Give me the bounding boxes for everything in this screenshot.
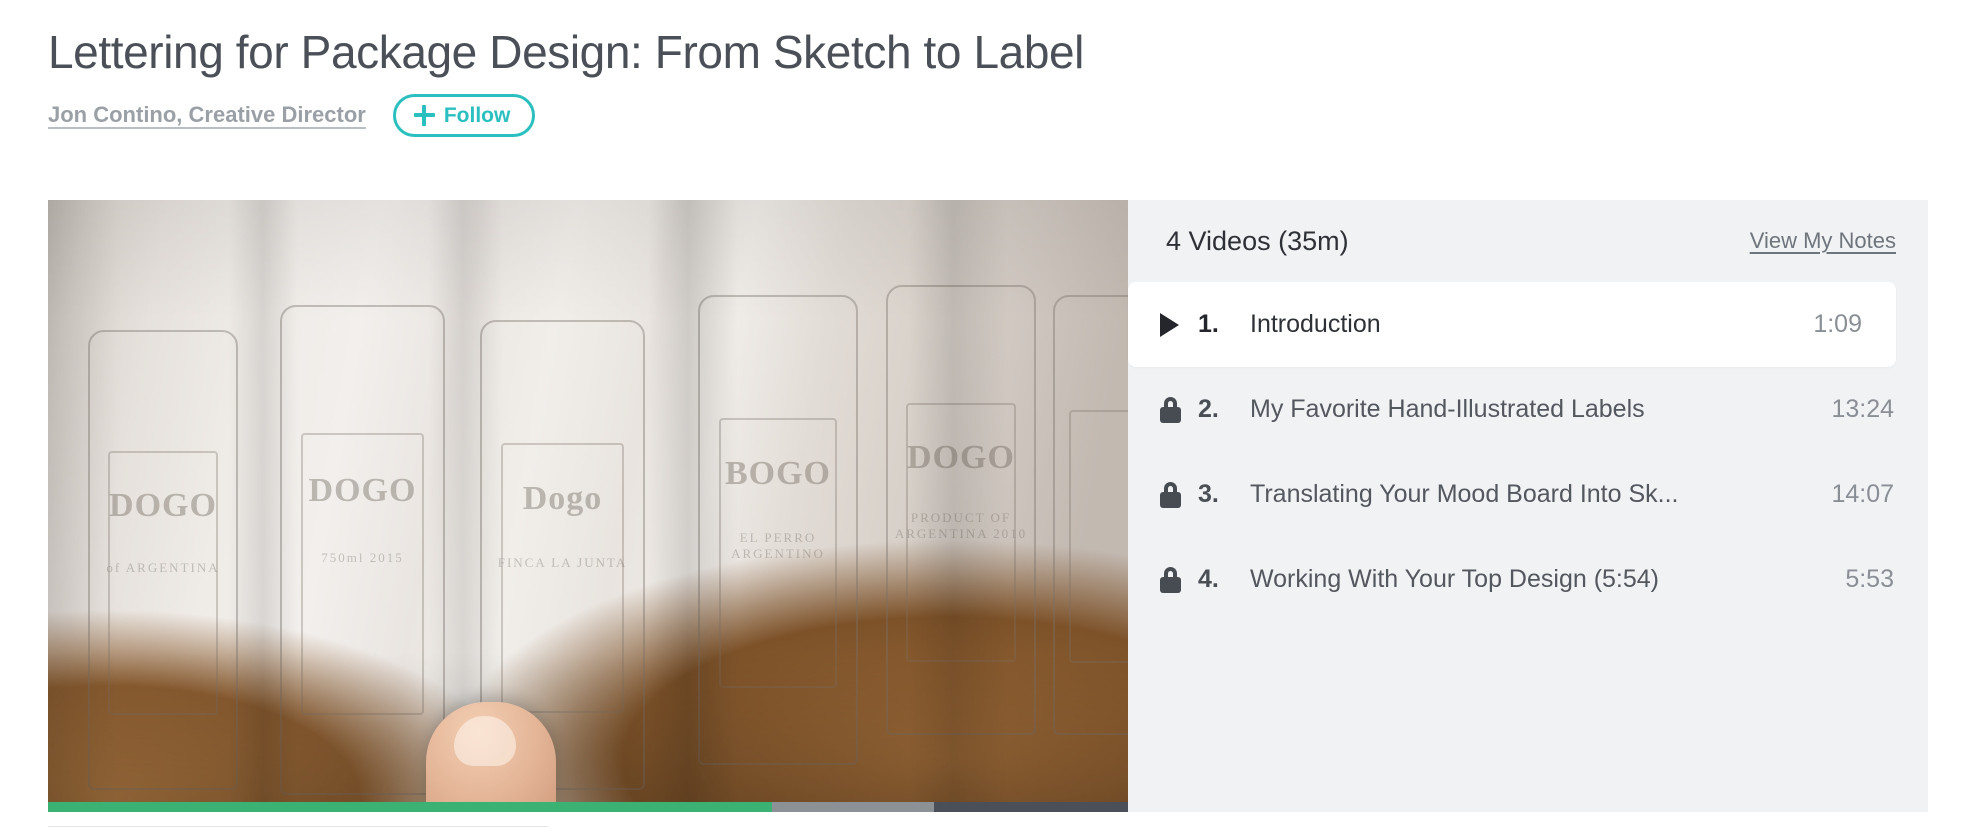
- view-my-notes-link[interactable]: View My Notes: [1750, 228, 1896, 254]
- byline: Jon Contino, Creative Director Follow: [48, 93, 1972, 137]
- content-row: DOGO of ARGENTINA DOGO 750ml 2015 Dogo F…: [48, 200, 1928, 812]
- video-count-label: 4 Videos (35m): [1166, 225, 1349, 256]
- video-duration: 14:07: [1831, 480, 1894, 508]
- progress-track[interactable]: [933, 802, 1128, 812]
- video-duration: 13:24: [1831, 395, 1894, 423]
- page-shading: [48, 200, 1128, 812]
- follow-button[interactable]: Follow: [392, 93, 536, 137]
- hand-thumb: [426, 702, 556, 812]
- video-list-item-4[interactable]: 4. Working With Your Top Design (5:54) 5…: [1128, 537, 1928, 622]
- class-header: Lettering for Package Design: From Sketc…: [0, 0, 1972, 137]
- video-title: My Favorite Hand-Illustrated Labels: [1250, 395, 1645, 423]
- progress-buffered: [771, 802, 934, 812]
- video-title: Introduction: [1250, 310, 1381, 338]
- lock-icon: [1154, 481, 1198, 508]
- lock-icon: [1154, 566, 1198, 593]
- progress-played: [48, 802, 772, 812]
- class-page: Lettering for Package Design: From Sketc…: [0, 0, 1972, 832]
- video-number: 3.: [1198, 480, 1219, 508]
- video-number: 4.: [1198, 565, 1219, 593]
- video-number: 1.: [1198, 310, 1219, 338]
- video-list-item-1[interactable]: 1. Introduction 1:09: [1128, 282, 1896, 367]
- video-list-panel: 4 Videos (35m) View My Notes 1. Introduc…: [1128, 200, 1928, 812]
- video-list: 1. Introduction 1:09 2. My Favorite Hand…: [1128, 282, 1928, 622]
- lock-icon: [1154, 396, 1198, 423]
- video-player[interactable]: DOGO of ARGENTINA DOGO 750ml 2015 Dogo F…: [48, 200, 1128, 812]
- panel-header: 4 Videos (35m) View My Notes: [1128, 200, 1928, 282]
- video-number: 2.: [1198, 395, 1219, 423]
- video-list-item-3[interactable]: 3. Translating Your Mood Board Into Sk..…: [1128, 452, 1928, 537]
- page-title: Lettering for Package Design: From Sketc…: [48, 26, 1085, 78]
- video-title: Translating Your Mood Board Into Sk...: [1250, 480, 1679, 508]
- follow-button-label: Follow: [443, 103, 511, 127]
- video-progress-bar[interactable]: [48, 802, 1128, 812]
- thumbnail-nail: [454, 716, 516, 766]
- author-link[interactable]: Jon Contino, Creative Director: [48, 102, 366, 128]
- tabs-divider: [48, 826, 548, 832]
- play-icon: [1154, 312, 1198, 337]
- video-duration: 5:53: [1845, 565, 1894, 593]
- video-title: Working With Your Top Design (5:54): [1250, 565, 1660, 593]
- video-duration: 1:09: [1813, 310, 1862, 338]
- plus-icon: [413, 104, 435, 126]
- video-list-item-2[interactable]: 2. My Favorite Hand-Illustrated Labels 1…: [1128, 367, 1928, 452]
